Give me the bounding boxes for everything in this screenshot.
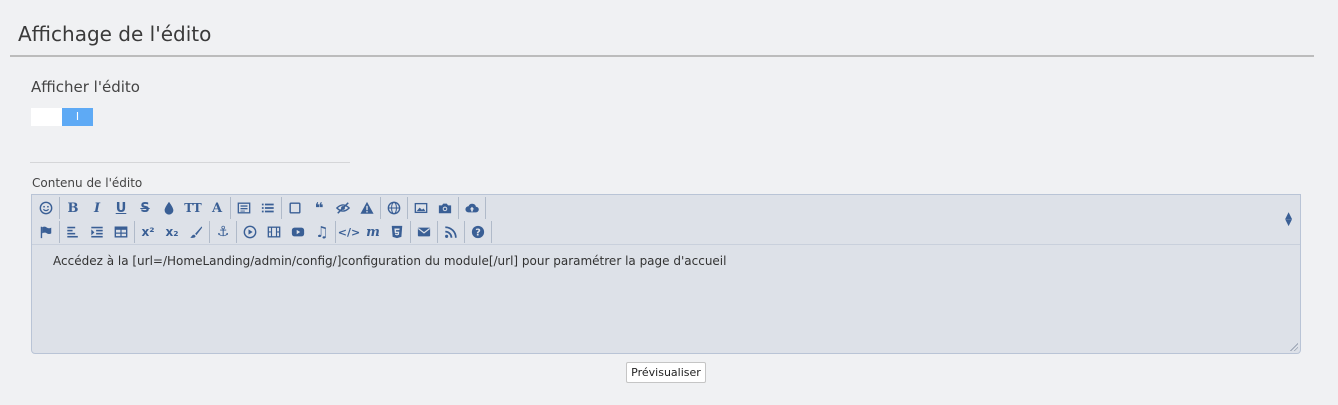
separator [59, 221, 60, 243]
toolbar-bottom-border [32, 244, 1300, 245]
separator [485, 197, 486, 219]
smiley-icon[interactable] [34, 196, 58, 220]
toolbar-row-2: x² x₂ ⚓ ♫ </> m ? [34, 220, 493, 244]
play-icon[interactable] [238, 220, 262, 244]
resize-grip[interactable] [1290, 343, 1298, 351]
color-drop-icon[interactable] [157, 196, 181, 220]
separator [59, 197, 60, 219]
separator [491, 221, 492, 243]
toggle-off-side [31, 108, 62, 126]
section-divider [10, 55, 1314, 57]
display-edito-label: Afficher l'édito [31, 78, 140, 96]
html5-icon[interactable] [385, 220, 409, 244]
separator [335, 221, 336, 243]
anchor-icon[interactable]: ⚓ [211, 220, 235, 244]
separator [464, 221, 465, 243]
globe-icon[interactable] [382, 196, 406, 220]
display-edito-toggle[interactable]: I [31, 108, 93, 126]
list-icon[interactable] [256, 196, 280, 220]
list-box-icon[interactable] [232, 196, 256, 220]
content-label: Contenu de l'édito [32, 176, 143, 190]
toolbar-toggle-arrows[interactable]: ▲ ▼ [1285, 212, 1292, 228]
field-divider [30, 162, 350, 163]
separator [380, 197, 381, 219]
film-icon[interactable] [262, 220, 286, 244]
separator [437, 221, 438, 243]
separator [236, 221, 237, 243]
strikethrough-icon[interactable]: S [133, 196, 157, 220]
indent-icon[interactable] [85, 220, 109, 244]
cloud-upload-icon[interactable] [460, 196, 484, 220]
editor-textarea[interactable]: Accédez à la [url=/HomeLanding/admin/con… [53, 254, 726, 268]
align-left-icon[interactable] [61, 220, 85, 244]
code-icon[interactable]: </> [337, 220, 361, 244]
bbcode-editor: B I U S TT A ❝ x² x₂ ⚓ ♫ </> m ? ▲ ▼ Acc… [31, 194, 1301, 354]
font-size-icon[interactable]: TT [181, 196, 205, 220]
separator [230, 197, 231, 219]
separator [281, 197, 282, 219]
image-icon[interactable] [409, 196, 433, 220]
separator [407, 197, 408, 219]
toggle-on-side: I [62, 108, 93, 126]
table-icon[interactable] [109, 220, 133, 244]
help-icon[interactable]: ? [466, 220, 490, 244]
camera-icon[interactable] [433, 196, 457, 220]
separator [134, 221, 135, 243]
rss-icon[interactable] [439, 220, 463, 244]
italic-icon[interactable]: I [85, 196, 109, 220]
math-icon[interactable]: m [361, 220, 385, 244]
help-glyph: ? [475, 228, 481, 239]
toolbar-row-1: B I U S TT A ❝ [34, 196, 487, 220]
brush-icon[interactable] [184, 220, 208, 244]
separator [410, 221, 411, 243]
section-title: Affichage de l'édito [18, 22, 212, 46]
mail-icon[interactable] [412, 220, 436, 244]
youtube-icon[interactable] [286, 220, 310, 244]
flag-icon[interactable] [34, 220, 58, 244]
separator [209, 221, 210, 243]
bold-icon[interactable]: B [61, 196, 85, 220]
hide-icon[interactable] [331, 196, 355, 220]
separator [458, 197, 459, 219]
preview-button[interactable]: Prévisualiser [626, 362, 706, 383]
block-icon[interactable] [283, 196, 307, 220]
music-icon[interactable]: ♫ [310, 220, 334, 244]
underline-icon[interactable]: U [109, 196, 133, 220]
font-icon[interactable]: A [205, 196, 229, 220]
superscript-icon[interactable]: x² [136, 220, 160, 244]
quote-icon[interactable]: ❝ [307, 196, 331, 220]
subscript-icon[interactable]: x₂ [160, 220, 184, 244]
warning-icon[interactable] [355, 196, 379, 220]
